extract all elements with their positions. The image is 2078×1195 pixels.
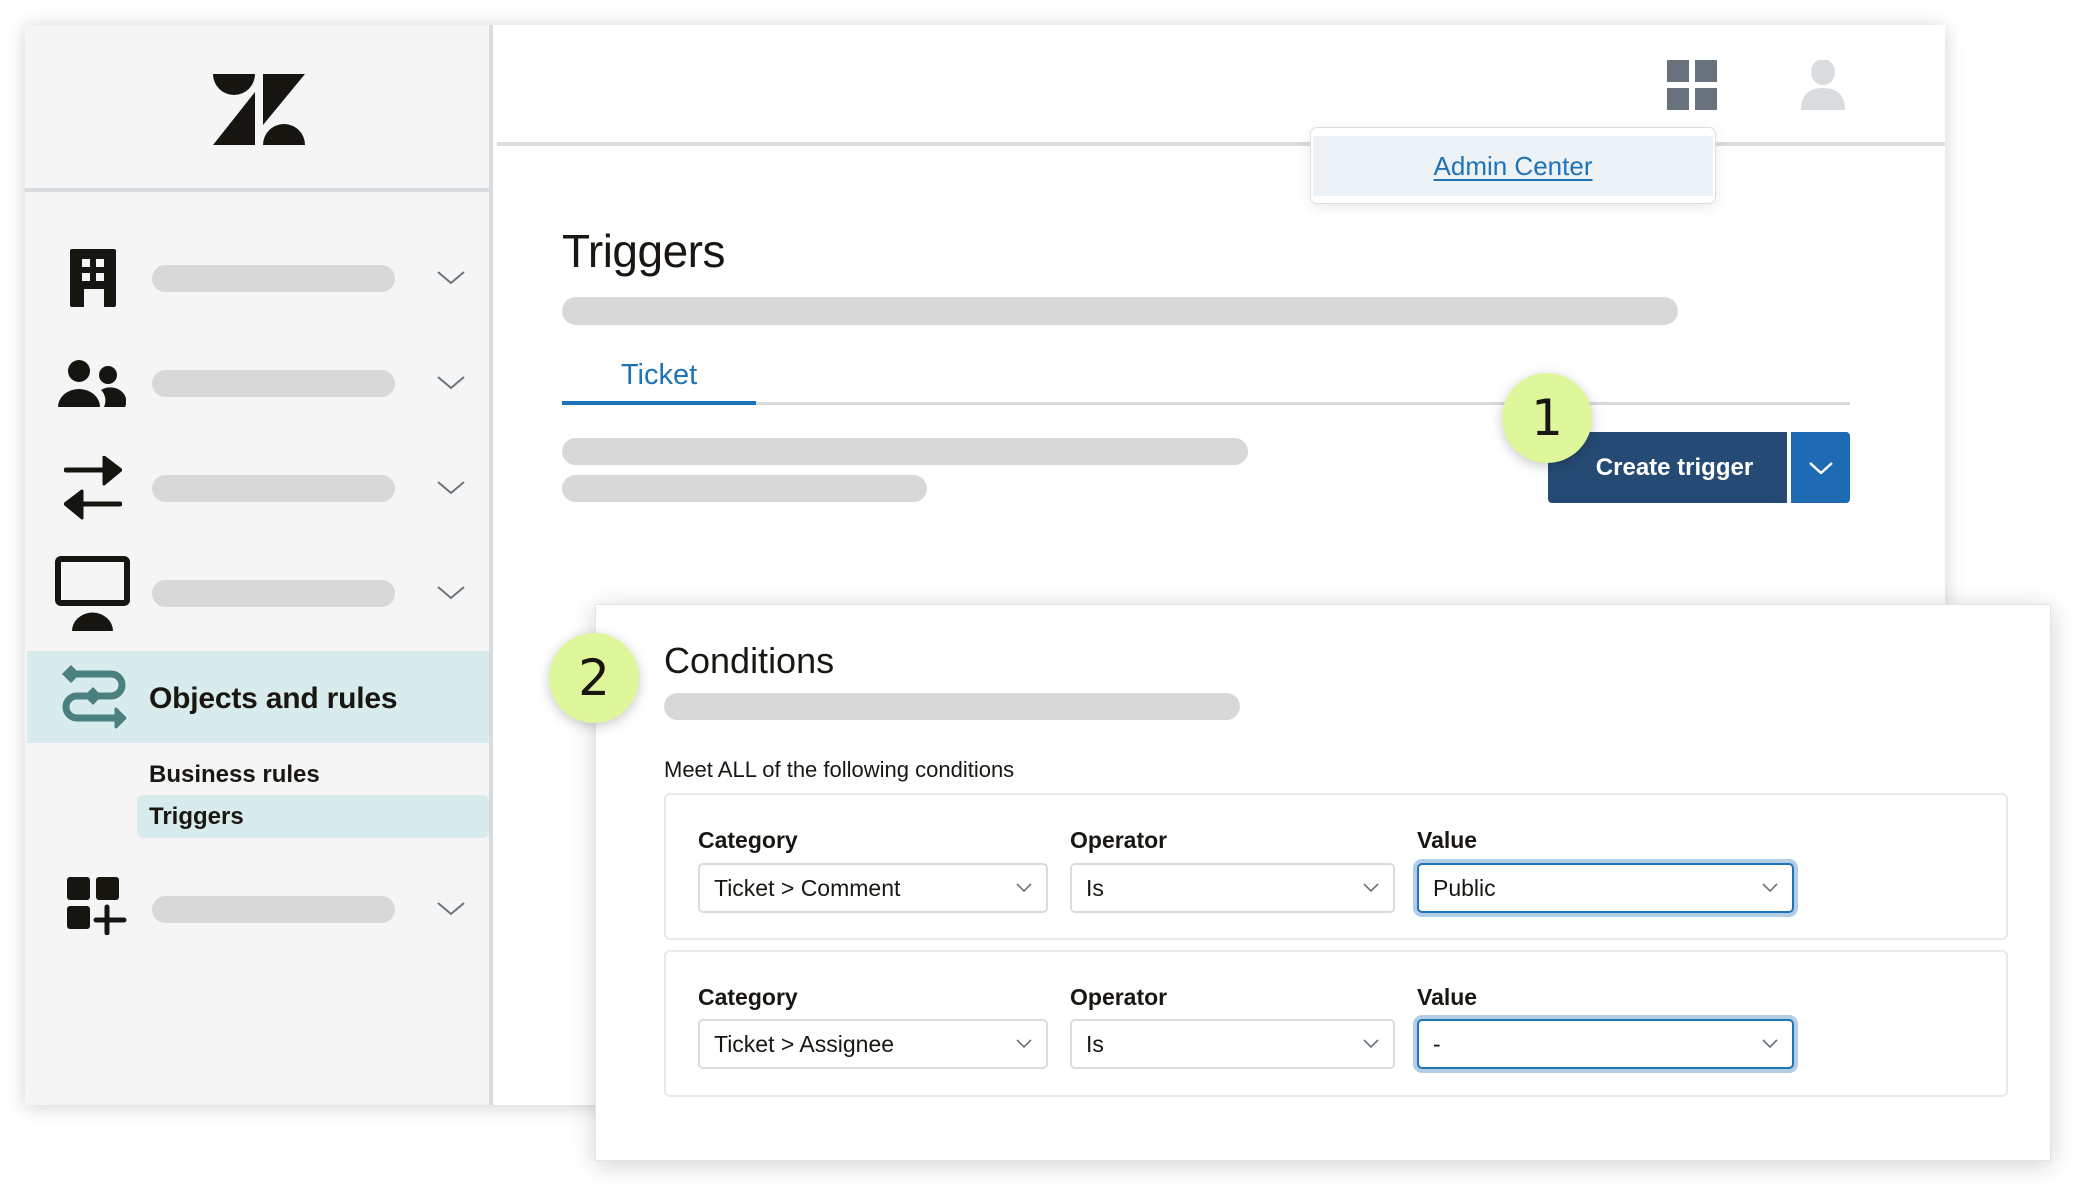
sidebar-subitem-triggers[interactable]: Triggers	[137, 795, 489, 838]
nav-label-placeholder	[152, 896, 395, 923]
operator-label: Operator	[1070, 984, 1168, 1010]
arrows-swap-icon	[64, 456, 122, 520]
text-placeholder	[562, 475, 927, 502]
header-divider	[497, 142, 1945, 146]
description-placeholder	[562, 297, 1678, 325]
category-value: Ticket > Comment	[714, 875, 901, 901]
value-select[interactable]: -	[1417, 1019, 1794, 1069]
category-select[interactable]: Ticket > Assignee	[698, 1019, 1048, 1069]
operator-label: Operator	[1070, 827, 1168, 853]
chevron-down-icon[interactable]	[437, 376, 465, 390]
page-title: Triggers	[562, 225, 726, 277]
chevron-down-icon	[1363, 883, 1379, 892]
operator-select[interactable]: Is	[1070, 863, 1395, 913]
products-popup: Admin Center	[1310, 127, 1716, 204]
operator-value: Is	[1086, 875, 1104, 901]
nav-label-placeholder	[152, 475, 395, 502]
value-value: -	[1433, 1031, 1441, 1057]
text-placeholder	[562, 438, 1248, 465]
nav-label-placeholder	[152, 265, 395, 292]
chevron-down-icon[interactable]	[437, 902, 465, 916]
tab-ticket[interactable]: Ticket	[562, 355, 756, 405]
sidebar-subheading-business-rules: Business rules	[149, 761, 320, 788]
category-value: Ticket > Assignee	[714, 1031, 895, 1057]
building-icon	[70, 249, 116, 307]
apps-add-icon	[67, 877, 127, 935]
chevron-down-icon[interactable]	[437, 271, 465, 285]
apps-grid-icon[interactable]	[1667, 60, 1717, 110]
nav-label-placeholder	[152, 580, 395, 607]
sidebar-item-label: Objects and rules	[149, 682, 398, 715]
callout-badge-1: 1	[1502, 373, 1592, 463]
conditions-title: Conditions	[664, 640, 835, 681]
chevron-down-icon[interactable]	[437, 586, 465, 600]
monitor-icon	[55, 556, 130, 631]
avatar-icon[interactable]	[1801, 60, 1845, 110]
chevron-down-icon	[1808, 461, 1833, 474]
value-label: Value	[1417, 827, 1478, 853]
popup-item[interactable]: Admin Center	[1313, 136, 1713, 196]
value-label: Value	[1417, 984, 1478, 1010]
chevron-down-icon	[1016, 883, 1032, 892]
create-trigger-menu-button[interactable]	[1791, 432, 1850, 503]
objects-rules-icon	[62, 665, 127, 729]
conditions-hint: Meet ALL of the following conditions	[664, 757, 1015, 782]
value-select[interactable]: Public	[1417, 863, 1794, 913]
value-value: Public	[1433, 875, 1496, 901]
operator-value: Is	[1086, 1031, 1104, 1057]
nav-label-placeholder	[152, 370, 395, 397]
operator-select[interactable]: Is	[1070, 1019, 1395, 1069]
users-icon	[58, 360, 126, 407]
category-label: Category	[698, 984, 798, 1010]
chevron-down-icon[interactable]	[437, 481, 465, 495]
conditions-description-placeholder	[664, 693, 1240, 720]
admin-center-link[interactable]: Admin Center	[1434, 151, 1593, 182]
category-select[interactable]: Ticket > Comment	[698, 863, 1048, 913]
chevron-down-icon	[1363, 1039, 1379, 1048]
callout-badge-2: 2	[549, 633, 639, 723]
chevron-down-icon	[1762, 1039, 1778, 1048]
zendesk-logo-icon[interactable]	[213, 74, 305, 145]
chevron-down-icon	[1762, 883, 1778, 892]
chevron-down-icon	[1016, 1039, 1032, 1048]
category-label: Category	[698, 827, 798, 853]
